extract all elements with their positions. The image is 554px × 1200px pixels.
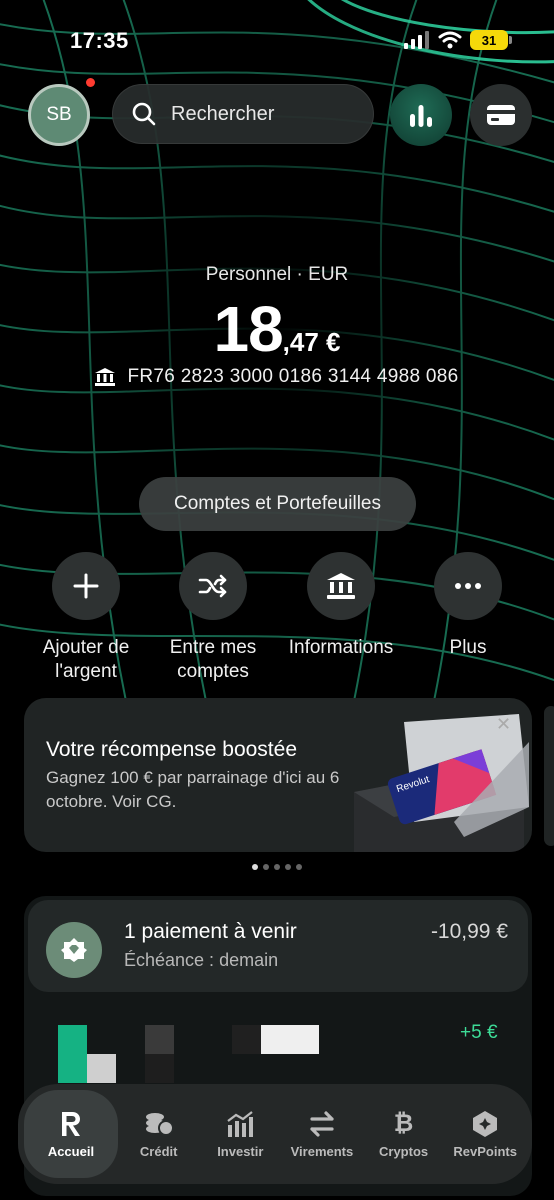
- battery-icon: 31: [470, 30, 512, 50]
- account-label: Personnel · EUR: [205, 264, 349, 285]
- nav-crypto[interactable]: ₿ Cryptos: [363, 1090, 445, 1178]
- revpoints-icon: [472, 1110, 498, 1138]
- add-money-action[interactable]: Ajouter de l'argent: [21, 552, 151, 684]
- upcoming-payment[interactable]: 1 paiement à venir Échéance : demain -10…: [28, 900, 528, 992]
- close-icon[interactable]: ✕: [496, 714, 511, 735]
- transfer-between-accounts-action[interactable]: Entre mes comptes: [148, 552, 278, 684]
- upcoming-payment-due: Échéance : demain: [124, 950, 279, 970]
- battery-level: 31: [481, 32, 497, 48]
- more-action[interactable]: Plus: [403, 552, 533, 660]
- promo-body: Gagnez 100 € par parrainage d'ici au 6 o…: [46, 768, 340, 811]
- more-label: Plus: [449, 637, 487, 658]
- accounts-wallets-button[interactable]: Comptes et Portefeuilles: [139, 477, 416, 531]
- transfer-icon: [308, 1110, 336, 1138]
- revolut-r-icon: [60, 1110, 82, 1138]
- notification-dot: [86, 78, 95, 87]
- transaction-logo-pixel: [58, 1025, 87, 1083]
- nav-transfers-label: Virements: [290, 1143, 354, 1159]
- cards-button[interactable]: [470, 84, 532, 146]
- more-button[interactable]: [434, 552, 502, 620]
- upcoming-payment-amount: -10,99 €: [430, 920, 508, 943]
- nav-credit[interactable]: Crédit: [118, 1090, 200, 1178]
- carousel-dot: [263, 864, 269, 870]
- search-bar[interactable]: Rechercher: [112, 84, 374, 144]
- nav-home[interactable]: Accueil: [24, 1090, 118, 1178]
- iban-row[interactable]: FR76 2823 3000 0186 3144 4988 086: [0, 366, 554, 388]
- blurred-text-pixel: [261, 1025, 319, 1054]
- nav-invest[interactable]: Investir: [200, 1090, 282, 1178]
- bank-icon: [95, 368, 116, 386]
- upcoming-payment-icon: [46, 922, 102, 978]
- bank-icon: [327, 573, 355, 599]
- transfer-between-accounts-label: Entre mes comptes: [169, 637, 257, 682]
- search-placeholder: Rechercher: [171, 102, 275, 125]
- next-promo-card-edge[interactable]: [544, 706, 554, 846]
- transaction-amount: +5 €: [460, 1022, 498, 1043]
- add-money-button[interactable]: [52, 552, 120, 620]
- transaction-logo-pixel: [87, 1054, 116, 1083]
- bitcoin-icon: ₿: [393, 1109, 414, 1137]
- more-icon: [455, 583, 481, 589]
- blurred-text-pixel: [145, 1025, 174, 1054]
- bottom-nav: Accueil Crédit Investir Virements ₿ Cryp…: [18, 1084, 532, 1184]
- chart-icon: [226, 1110, 254, 1138]
- nav-credit-label: Crédit: [139, 1143, 178, 1159]
- blurred-text-pixel: [145, 1054, 174, 1083]
- nav-revpoints-label: RevPoints: [453, 1143, 517, 1159]
- account-details-label: Informations: [288, 637, 394, 658]
- promo-card[interactable]: Votre récompense boostée Gagnez 100 € pa…: [24, 698, 532, 852]
- balance-integer: 18: [213, 293, 283, 365]
- blurred-text-pixel: [232, 1025, 261, 1054]
- iban-text: FR76 2823 3000 0186 3144 4988 086: [127, 366, 459, 387]
- carousel-dot: [285, 864, 291, 870]
- upcoming-payment-title: 1 paiement à venir: [124, 920, 297, 943]
- status-icons: 31: [404, 30, 512, 50]
- account-details-action[interactable]: Informations: [276, 552, 406, 660]
- bar-chart-icon: [410, 105, 432, 127]
- coins-icon: [144, 1110, 174, 1138]
- promo-title: Votre récompense boostée: [46, 738, 297, 761]
- search-icon: [132, 102, 156, 126]
- carousel-dots: [0, 864, 554, 870]
- plus-icon: [73, 573, 99, 599]
- balance[interactable]: 18,47 €: [0, 292, 554, 366]
- wifi-icon: [438, 31, 462, 49]
- signal-icon: [404, 31, 429, 49]
- nav-revpoints[interactable]: RevPoints: [444, 1090, 526, 1178]
- nav-home-label: Accueil: [47, 1143, 95, 1159]
- transfer-between-accounts-button[interactable]: [179, 552, 247, 620]
- carousel-dot: [252, 864, 258, 870]
- avatar-initials: SB: [46, 104, 72, 125]
- account-details-button[interactable]: [307, 552, 375, 620]
- card-icon: [487, 105, 515, 125]
- nav-transfers[interactable]: Virements: [281, 1090, 363, 1178]
- add-money-label: Ajouter de l'argent: [42, 637, 130, 682]
- balance-decimal: ,47 €: [282, 327, 341, 357]
- carousel-dot: [274, 864, 280, 870]
- carousel-dot: [296, 864, 302, 870]
- avatar[interactable]: SB: [28, 84, 90, 146]
- shuffle-icon: [198, 574, 227, 598]
- nav-invest-label: Investir: [217, 1143, 264, 1159]
- diamond-icon: [61, 938, 87, 962]
- nav-crypto-label: Cryptos: [379, 1143, 429, 1159]
- status-time: 17:35: [70, 28, 129, 53]
- analytics-button[interactable]: [390, 84, 452, 146]
